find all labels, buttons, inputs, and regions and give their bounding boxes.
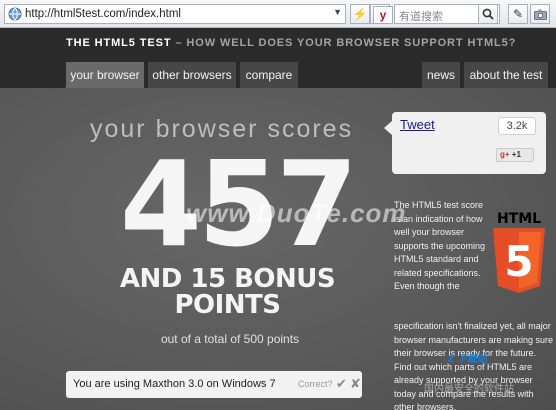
bonus-line-1: AND 15 BONUS [119, 264, 336, 294]
social-box: Tweet 3.2k g+ +1 [392, 112, 546, 174]
edit-icon[interactable]: ✎ [508, 4, 528, 24]
site-title-sub: – HOW WELL DOES YOUR BROWSER SUPPORT HTM… [171, 37, 517, 49]
tab-about[interactable]: about the test [464, 62, 548, 88]
main-content: your browser scores 457 AND 15 BONUS POI… [0, 88, 556, 410]
chevron-down-icon[interactable]: ▼ [333, 7, 342, 17]
tab-compare[interactable]: compare [240, 62, 298, 88]
youdao-icon[interactable]: y [373, 6, 393, 24]
correct-label: Correct? [298, 379, 333, 389]
site-title-main: THE HTML5 TEST [66, 37, 172, 49]
globe-icon [8, 7, 22, 21]
html5-logo-label: HTML [497, 211, 541, 227]
description-part-2: specification isn't finalized yet, all m… [394, 321, 554, 410]
site-title: THE HTML5 TEST – HOW WELL DOES YOUR BROW… [66, 37, 516, 49]
google-plus-button[interactable]: g+ +1 [496, 148, 534, 162]
html5-logo-glyph: 5 [504, 237, 533, 286]
bonus-line-2: POINTS [174, 290, 281, 320]
html5-logo-icon: HTML 5 [493, 211, 545, 293]
site-header: THE HTML5 TEST – HOW WELL DOES YOUR BROW… [0, 28, 556, 88]
search-icon[interactable] [478, 4, 498, 24]
tweet-link[interactable]: Tweet [400, 117, 435, 132]
camera-icon[interactable] [530, 4, 550, 24]
tweet-box-pointer [384, 121, 392, 135]
watermark-corner-cn: 国内最安全的软件站 [424, 384, 514, 395]
check-icon[interactable]: ✔ [336, 376, 347, 392]
watermark-center: www.DuoTe.com [186, 198, 407, 228]
tab-your-browser[interactable]: your browser [66, 62, 144, 88]
tab-other-browsers[interactable]: other browsers [148, 62, 236, 88]
google-plus-icon: g+ [500, 150, 510, 159]
total-points: out of a total of 500 points [160, 332, 300, 346]
tweet-count: 3.2k [498, 117, 536, 135]
user-agent-box: You are using Maxthon 3.0 on Windows 7 C… [66, 371, 362, 398]
user-agent-text: You are using Maxthon 3.0 on Windows 7 [73, 378, 276, 390]
lightning-icon[interactable]: ⚡ [350, 4, 370, 24]
cross-icon[interactable]: ✘ [350, 376, 361, 392]
url-text: http://html5test.com/index.html [25, 8, 181, 20]
url-field[interactable]: http://html5test.com/index.html ▼ [4, 4, 346, 24]
tab-news[interactable]: news [422, 62, 460, 88]
bonus-points: AND 15 BONUS POINTS [95, 266, 360, 318]
browser-toolbar: http://html5test.com/index.html ▼ ⚡ ▶ y … [0, 0, 556, 28]
description-part-1: The HTML5 test score is an indication of… [394, 200, 486, 291]
watermark-corner: Z 下载站 [448, 354, 487, 365]
google-plus-count: +1 [511, 150, 521, 159]
search-placeholder: 有道搜索 [399, 10, 443, 23]
